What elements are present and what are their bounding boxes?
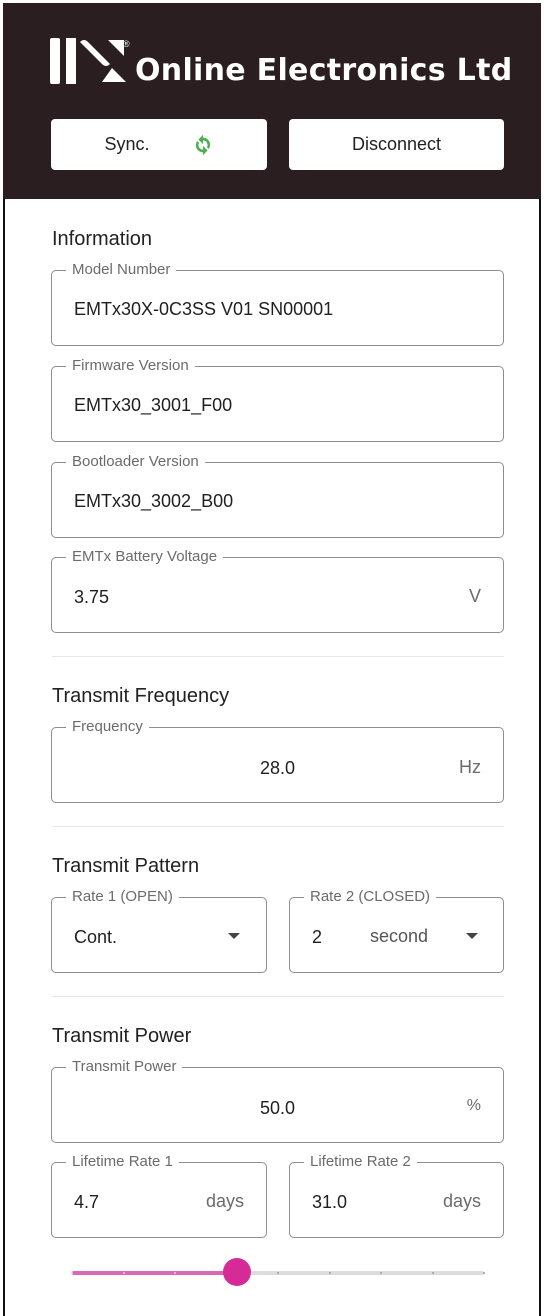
slider-tick: [380, 1272, 382, 1274]
slider-tick: [174, 1272, 176, 1274]
model-number-label: Model Number: [66, 261, 177, 279]
battery-voltage-field: EMTx Battery Voltage 3.75 V: [51, 548, 504, 633]
company-name: Online Electronics Ltd: [135, 53, 513, 88]
bootloader-version-label: Bootloader Version: [66, 453, 205, 471]
lifetime-rate2-field: Lifetime Rate 2 31.0 days: [289, 1153, 504, 1238]
bootloader-version-value: EMTx30_3002_B00: [74, 491, 234, 511]
transmit-power-label: Transmit Power: [66, 1058, 183, 1076]
lifetime-rate1-unit: days: [205, 1191, 244, 1211]
model-number-value: EMTx30X-0C3SS V01 SN00001: [74, 299, 334, 319]
frequency-label: Frequency: [66, 718, 149, 736]
frequency-unit: Hz: [459, 757, 481, 777]
frequency-value[interactable]: 28.0: [52, 758, 503, 779]
chevron-down-icon: [228, 933, 240, 939]
slider-tick: [122, 1272, 125, 1274]
battery-voltage-label: EMTx Battery Voltage: [66, 548, 224, 566]
transmit-pattern-title: Transmit Pattern: [52, 855, 200, 877]
sync-button[interactable]: Sync.: [51, 119, 267, 170]
transmit-frequency-title: Transmit Frequency: [52, 685, 230, 707]
section-divider: [52, 656, 504, 657]
rate1-label: Rate 1 (OPEN): [66, 888, 179, 906]
transmit-power-unit: %: [466, 1097, 481, 1114]
power-slider-fill: [72, 1271, 237, 1275]
slider-tick: [277, 1272, 279, 1274]
company-logo-icon: [50, 38, 126, 84]
registered-mark: ®: [123, 39, 130, 49]
rate1-select[interactable]: Rate 1 (OPEN) Cont.: [51, 888, 267, 973]
rate2-unit: second: [370, 926, 429, 946]
slider-tick: [71, 1272, 73, 1274]
lifetime-rate2-unit: days: [442, 1191, 481, 1211]
disconnect-button[interactable]: Disconnect: [289, 119, 504, 170]
firmware-version-value: EMTx30_3001_F00: [74, 395, 233, 415]
lifetime-rate1-field: Lifetime Rate 1 4.7 days: [51, 1153, 267, 1238]
model-number-field: Model Number EMTx30X-0C3SS V01 SN00001: [51, 261, 504, 346]
battery-voltage-value: 3.75: [74, 587, 110, 607]
section-divider: [52, 996, 504, 997]
information-title: Information: [52, 228, 153, 250]
chevron-down-icon: [466, 933, 478, 939]
rate1-value: Cont.: [74, 927, 118, 947]
lifetime-rate2-label: Lifetime Rate 2: [304, 1153, 417, 1171]
section-divider: [52, 826, 504, 827]
battery-voltage-unit: V: [468, 586, 481, 606]
lifetime-rate1-label: Lifetime Rate 1: [66, 1153, 179, 1171]
firmware-version-field: Firmware Version EMTx30_3001_F00: [51, 357, 504, 442]
firmware-version-label: Firmware Version: [66, 357, 195, 375]
slider-tick: [328, 1272, 331, 1274]
transmit-power-field[interactable]: Transmit Power 50.0 %: [51, 1058, 504, 1143]
refresh-icon: [195, 134, 210, 155]
rate2-select[interactable]: Rate 2 (CLOSED) 2 second: [289, 888, 504, 973]
transmit-power-value[interactable]: 50.0: [52, 1098, 503, 1119]
bootloader-version-field: Bootloader Version EMTx30_3002_B00: [51, 453, 504, 538]
power-slider-thumb[interactable]: [222, 1258, 251, 1286]
sync-button-label: Sync.: [104, 134, 150, 154]
frequency-field[interactable]: Frequency 28.0 Hz: [51, 718, 504, 803]
slider-tick: [483, 1272, 485, 1274]
lifetime-rate2-value: 31.0: [312, 1192, 348, 1212]
rate2-label: Rate 2 (CLOSED): [304, 888, 437, 906]
rate2-value: 2: [312, 927, 323, 947]
slider-tick: [431, 1272, 434, 1274]
lifetime-rate1-value: 4.7: [74, 1192, 100, 1212]
transmit-power-title: Transmit Power: [52, 1025, 192, 1047]
